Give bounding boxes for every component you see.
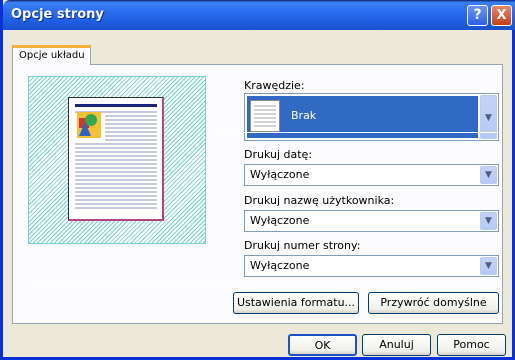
help-title-button[interactable]: ? xyxy=(467,5,488,26)
print-user-select[interactable]: Wyłączone ▼ xyxy=(244,210,499,232)
format-settings-button[interactable]: Ustawienia formatu... xyxy=(233,292,359,314)
print-page-number-select[interactable]: Wyłączone ▼ xyxy=(244,255,499,277)
borders-label: Krawędzie: xyxy=(244,79,305,92)
title-bar[interactable]: Opcje strony ? X xyxy=(3,0,515,30)
print-date-select[interactable]: Wyłączone ▼ xyxy=(244,164,499,186)
help-button[interactable]: Pomoc xyxy=(437,334,506,356)
print-user-label: Drukuj nazwę użytkownika: xyxy=(244,194,395,207)
restore-defaults-button[interactable]: Przywróć domyślne xyxy=(368,292,499,314)
borders-value: Brak xyxy=(291,109,317,122)
cancel-button[interactable]: Anuluj xyxy=(362,334,431,356)
separator xyxy=(28,282,501,283)
print-date-label: Drukuj datę: xyxy=(244,148,313,161)
print-user-value: Wyłączone xyxy=(250,214,310,227)
preview-page-content xyxy=(75,104,157,209)
no-border-icon xyxy=(250,100,280,132)
borders-select[interactable]: Brak ▼ xyxy=(244,93,499,141)
ok-button[interactable]: OK xyxy=(288,334,357,356)
tab-layout-options[interactable]: Opcje układu xyxy=(12,45,91,65)
print-page-number-label: Drukuj numer strony: xyxy=(244,239,361,252)
print-page-number-value: Wyłączone xyxy=(250,259,310,272)
chevron-down-icon[interactable]: ▼ xyxy=(480,257,497,275)
chevron-down-icon[interactable]: ▼ xyxy=(480,212,497,230)
print-date-value: Wyłączone xyxy=(250,168,310,181)
preview-page xyxy=(68,97,164,221)
chevron-down-icon[interactable]: ▼ xyxy=(480,166,497,184)
window-title: Opcje strony xyxy=(11,7,104,22)
separator xyxy=(214,132,501,133)
close-title-button[interactable]: X xyxy=(491,5,512,26)
